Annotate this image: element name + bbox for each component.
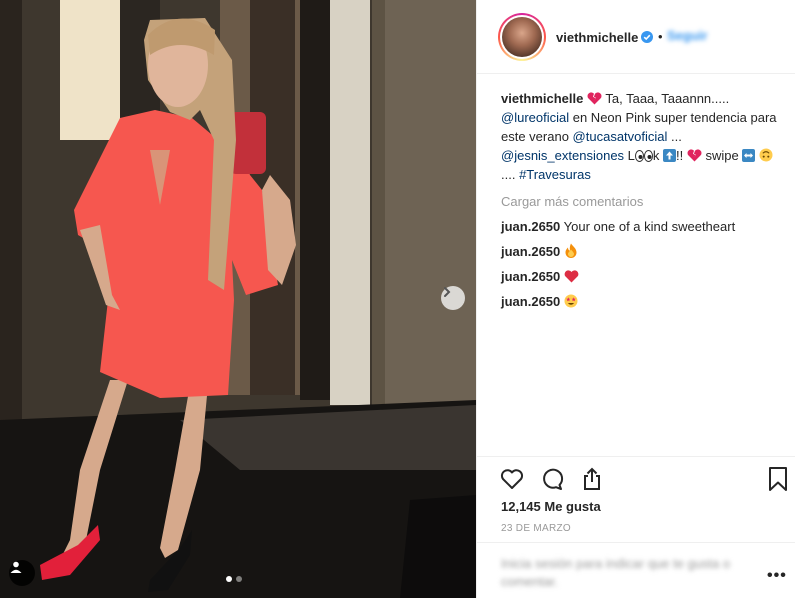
caption-text-8: .... [501, 167, 520, 182]
post-header: viethmichelle • Seguir [477, 0, 795, 74]
chevron-right-icon [444, 287, 451, 297]
up-button-icon [663, 149, 677, 162]
mention-jesnis-extensiones[interactable]: @jesnis_extensiones [501, 148, 624, 163]
comment-username[interactable]: juan.2650 [501, 294, 560, 309]
caption-text-7: swipe [701, 148, 743, 163]
login-to-comment-text[interactable]: Inicia sesión para indicar que te gusta … [501, 555, 751, 591]
instagram-post-window: viethmichelle • Seguir viethmichelle Ta,… [0, 0, 795, 598]
person-icon [10, 561, 22, 573]
likes-count[interactable]: 12,145 Me gusta [501, 499, 601, 514]
caption-text-1: Ta, Taaa, Taaannn..... [602, 91, 730, 106]
broken-heart-icon [687, 149, 702, 162]
bookmark-icon[interactable] [765, 466, 791, 492]
caption-username[interactable]: viethmichelle [501, 91, 583, 106]
upside-down-face-icon [759, 148, 773, 162]
add-comment-bar: Inicia sesión para indicar que te gusta … [477, 542, 795, 598]
comments-list: viethmichelle Ta, Taaa, Taaannn..... @lu… [501, 89, 786, 311]
mention-lureoficial[interactable]: @lureoficial [501, 110, 569, 125]
left-right-arrow-icon [742, 149, 756, 162]
caption-text-6: !! [676, 148, 687, 163]
star-struck-icon [564, 294, 578, 308]
verified-badge-icon [641, 31, 653, 43]
avatar[interactable] [498, 13, 546, 61]
eyes-icon [634, 150, 653, 162]
caption-text-5: k [652, 148, 664, 163]
photo-illustration [0, 0, 476, 598]
comment-item: juan.2650 [501, 242, 786, 261]
post-caption: viethmichelle Ta, Taaa, Taaannn..... @lu… [501, 89, 786, 184]
follow-button[interactable]: Seguir [667, 28, 707, 43]
comment-username[interactable]: juan.2650 [501, 219, 560, 234]
comment-username[interactable]: juan.2650 [501, 244, 560, 259]
load-more-comments-button[interactable]: Cargar más comentarios [501, 192, 786, 211]
carousel-dot-active [226, 576, 232, 582]
caption-text-3: ... [667, 129, 682, 144]
fire-icon [565, 243, 577, 258]
comment-username[interactable]: juan.2650 [501, 269, 560, 284]
more-options-button[interactable]: ••• [767, 567, 787, 585]
comment-item: juan.2650 Your one of a kind sweetheart [501, 217, 786, 236]
broken-heart-icon [587, 92, 602, 105]
comment-item: juan.2650 [501, 267, 786, 286]
red-heart-icon [564, 270, 579, 283]
caption-text-4: L [624, 148, 635, 163]
mention-tucasatvoficial[interactable]: @tucasatvoficial [573, 129, 668, 144]
tagged-users-button[interactable] [9, 560, 35, 586]
comment-text: Your one of a kind sweetheart [563, 219, 736, 234]
carousel-dot [236, 576, 242, 582]
header-separator: • [658, 29, 663, 44]
comment-item: juan.2650 [501, 292, 786, 311]
hashtag-travesuras[interactable]: #Travesuras [519, 167, 591, 182]
post-sidebar: viethmichelle • Seguir viethmichelle Ta,… [476, 0, 795, 598]
post-date[interactable]: 23 DE MARZO [501, 523, 571, 534]
next-photo-button[interactable] [441, 286, 465, 310]
post-photo[interactable] [0, 0, 476, 598]
heart-icon[interactable] [499, 466, 525, 492]
share-icon[interactable] [579, 466, 605, 492]
header-username[interactable]: viethmichelle [556, 30, 638, 45]
comment-icon[interactable] [539, 466, 565, 492]
carousel-indicator [226, 576, 242, 582]
